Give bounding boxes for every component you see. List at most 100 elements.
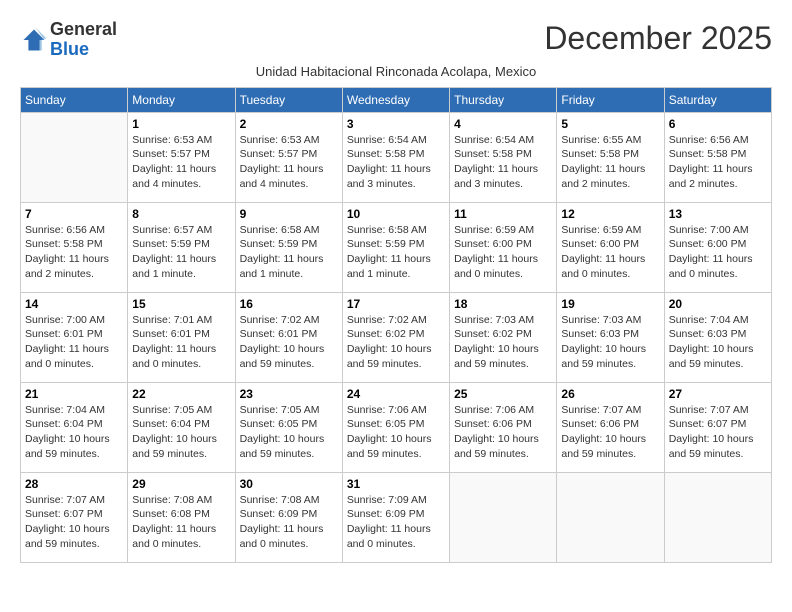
day-number: 27	[669, 387, 767, 401]
day-info: Sunrise: 7:07 AMSunset: 6:07 PMDaylight:…	[25, 494, 110, 550]
day-info: Sunrise: 6:56 AMSunset: 5:58 PMDaylight:…	[669, 134, 753, 190]
day-number: 7	[25, 207, 123, 221]
calendar-week-1: 7 Sunrise: 6:56 AMSunset: 5:58 PMDayligh…	[21, 202, 772, 292]
calendar-cell: 14 Sunrise: 7:00 AMSunset: 6:01 PMDaylig…	[21, 292, 128, 382]
day-info: Sunrise: 7:00 AMSunset: 6:00 PMDaylight:…	[669, 224, 753, 280]
day-info: Sunrise: 7:04 AMSunset: 6:03 PMDaylight:…	[669, 314, 754, 370]
day-info: Sunrise: 6:57 AMSunset: 5:59 PMDaylight:…	[132, 224, 216, 280]
day-info: Sunrise: 6:55 AMSunset: 5:58 PMDaylight:…	[561, 134, 645, 190]
day-number: 31	[347, 477, 445, 491]
day-info: Sunrise: 7:08 AMSunset: 6:09 PMDaylight:…	[240, 494, 324, 550]
day-info: Sunrise: 6:59 AMSunset: 6:00 PMDaylight:…	[561, 224, 645, 280]
calendar-cell: 25 Sunrise: 7:06 AMSunset: 6:06 PMDaylig…	[450, 382, 557, 472]
day-number: 6	[669, 117, 767, 131]
day-number: 12	[561, 207, 659, 221]
day-info: Sunrise: 7:02 AMSunset: 6:01 PMDaylight:…	[240, 314, 325, 370]
day-number: 13	[669, 207, 767, 221]
month-title: December 2025	[544, 20, 772, 57]
calendar-cell: 1 Sunrise: 6:53 AMSunset: 5:57 PMDayligh…	[128, 112, 235, 202]
col-friday: Friday	[557, 87, 664, 112]
day-number: 17	[347, 297, 445, 311]
calendar-cell: 6 Sunrise: 6:56 AMSunset: 5:58 PMDayligh…	[664, 112, 771, 202]
day-number: 24	[347, 387, 445, 401]
calendar-cell: 21 Sunrise: 7:04 AMSunset: 6:04 PMDaylig…	[21, 382, 128, 472]
day-info: Sunrise: 7:06 AMSunset: 6:05 PMDaylight:…	[347, 404, 432, 460]
calendar-body: 1 Sunrise: 6:53 AMSunset: 5:57 PMDayligh…	[21, 112, 772, 562]
logo: General Blue	[20, 20, 117, 60]
calendar-header: Sunday Monday Tuesday Wednesday Thursday…	[21, 87, 772, 112]
day-info: Sunrise: 7:00 AMSunset: 6:01 PMDaylight:…	[25, 314, 109, 370]
day-info: Sunrise: 6:53 AMSunset: 5:57 PMDaylight:…	[240, 134, 324, 190]
col-tuesday: Tuesday	[235, 87, 342, 112]
day-number: 22	[132, 387, 230, 401]
calendar-week-2: 14 Sunrise: 7:00 AMSunset: 6:01 PMDaylig…	[21, 292, 772, 382]
col-saturday: Saturday	[664, 87, 771, 112]
calendar-cell: 26 Sunrise: 7:07 AMSunset: 6:06 PMDaylig…	[557, 382, 664, 472]
calendar-cell: 22 Sunrise: 7:05 AMSunset: 6:04 PMDaylig…	[128, 382, 235, 472]
calendar-cell: 18 Sunrise: 7:03 AMSunset: 6:02 PMDaylig…	[450, 292, 557, 382]
calendar-cell	[664, 472, 771, 562]
day-number: 3	[347, 117, 445, 131]
day-info: Sunrise: 7:05 AMSunset: 6:05 PMDaylight:…	[240, 404, 325, 460]
day-number: 15	[132, 297, 230, 311]
calendar-cell: 30 Sunrise: 7:08 AMSunset: 6:09 PMDaylig…	[235, 472, 342, 562]
day-number: 4	[454, 117, 552, 131]
day-number: 18	[454, 297, 552, 311]
day-number: 28	[25, 477, 123, 491]
day-number: 23	[240, 387, 338, 401]
calendar-cell: 20 Sunrise: 7:04 AMSunset: 6:03 PMDaylig…	[664, 292, 771, 382]
day-info: Sunrise: 7:03 AMSunset: 6:03 PMDaylight:…	[561, 314, 646, 370]
calendar-cell: 29 Sunrise: 7:08 AMSunset: 6:08 PMDaylig…	[128, 472, 235, 562]
col-monday: Monday	[128, 87, 235, 112]
header-row: Sunday Monday Tuesday Wednesday Thursday…	[21, 87, 772, 112]
calendar-cell: 15 Sunrise: 7:01 AMSunset: 6:01 PMDaylig…	[128, 292, 235, 382]
day-number: 8	[132, 207, 230, 221]
calendar-cell: 27 Sunrise: 7:07 AMSunset: 6:07 PMDaylig…	[664, 382, 771, 472]
page-header: General Blue December 2025	[20, 20, 772, 60]
calendar-cell	[450, 472, 557, 562]
calendar-cell: 17 Sunrise: 7:02 AMSunset: 6:02 PMDaylig…	[342, 292, 449, 382]
calendar-cell: 4 Sunrise: 6:54 AMSunset: 5:58 PMDayligh…	[450, 112, 557, 202]
calendar-cell: 5 Sunrise: 6:55 AMSunset: 5:58 PMDayligh…	[557, 112, 664, 202]
day-info: Sunrise: 7:07 AMSunset: 6:06 PMDaylight:…	[561, 404, 646, 460]
day-number: 2	[240, 117, 338, 131]
calendar-cell: 12 Sunrise: 6:59 AMSunset: 6:00 PMDaylig…	[557, 202, 664, 292]
day-info: Sunrise: 7:04 AMSunset: 6:04 PMDaylight:…	[25, 404, 110, 460]
day-number: 21	[25, 387, 123, 401]
day-info: Sunrise: 6:56 AMSunset: 5:58 PMDaylight:…	[25, 224, 109, 280]
day-number: 19	[561, 297, 659, 311]
calendar-cell: 23 Sunrise: 7:05 AMSunset: 6:05 PMDaylig…	[235, 382, 342, 472]
day-number: 9	[240, 207, 338, 221]
day-info: Sunrise: 6:58 AMSunset: 5:59 PMDaylight:…	[240, 224, 324, 280]
calendar-cell: 8 Sunrise: 6:57 AMSunset: 5:59 PMDayligh…	[128, 202, 235, 292]
day-number: 11	[454, 207, 552, 221]
calendar-cell: 24 Sunrise: 7:06 AMSunset: 6:05 PMDaylig…	[342, 382, 449, 472]
day-number: 14	[25, 297, 123, 311]
calendar-week-4: 28 Sunrise: 7:07 AMSunset: 6:07 PMDaylig…	[21, 472, 772, 562]
calendar-cell: 3 Sunrise: 6:54 AMSunset: 5:58 PMDayligh…	[342, 112, 449, 202]
day-number: 20	[669, 297, 767, 311]
day-info: Sunrise: 7:01 AMSunset: 6:01 PMDaylight:…	[132, 314, 216, 370]
calendar-cell	[21, 112, 128, 202]
col-wednesday: Wednesday	[342, 87, 449, 112]
calendar-cell: 13 Sunrise: 7:00 AMSunset: 6:00 PMDaylig…	[664, 202, 771, 292]
subtitle: Unidad Habitacional Rinconada Acolapa, M…	[20, 64, 772, 79]
day-info: Sunrise: 7:06 AMSunset: 6:06 PMDaylight:…	[454, 404, 539, 460]
calendar-cell: 2 Sunrise: 6:53 AMSunset: 5:57 PMDayligh…	[235, 112, 342, 202]
calendar-cell: 7 Sunrise: 6:56 AMSunset: 5:58 PMDayligh…	[21, 202, 128, 292]
day-info: Sunrise: 6:54 AMSunset: 5:58 PMDaylight:…	[347, 134, 431, 190]
calendar-cell: 9 Sunrise: 6:58 AMSunset: 5:59 PMDayligh…	[235, 202, 342, 292]
logo-text: General Blue	[50, 20, 117, 60]
calendar-cell: 11 Sunrise: 6:59 AMSunset: 6:00 PMDaylig…	[450, 202, 557, 292]
day-number: 26	[561, 387, 659, 401]
day-number: 5	[561, 117, 659, 131]
day-info: Sunrise: 7:05 AMSunset: 6:04 PMDaylight:…	[132, 404, 217, 460]
col-thursday: Thursday	[450, 87, 557, 112]
calendar-week-3: 21 Sunrise: 7:04 AMSunset: 6:04 PMDaylig…	[21, 382, 772, 472]
calendar-cell: 10 Sunrise: 6:58 AMSunset: 5:59 PMDaylig…	[342, 202, 449, 292]
calendar-cell	[557, 472, 664, 562]
day-info: Sunrise: 6:59 AMSunset: 6:00 PMDaylight:…	[454, 224, 538, 280]
calendar-cell: 19 Sunrise: 7:03 AMSunset: 6:03 PMDaylig…	[557, 292, 664, 382]
calendar-cell: 16 Sunrise: 7:02 AMSunset: 6:01 PMDaylig…	[235, 292, 342, 382]
day-info: Sunrise: 7:09 AMSunset: 6:09 PMDaylight:…	[347, 494, 431, 550]
